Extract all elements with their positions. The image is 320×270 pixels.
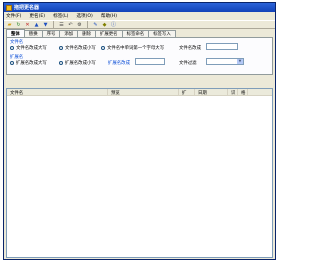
file-filter-label: 文件过滤 bbox=[179, 61, 197, 66]
up-arrow-icon[interactable]: ▲ bbox=[33, 21, 40, 28]
column-extension[interactable]: 扩 bbox=[179, 89, 195, 96]
toolbar-separator bbox=[87, 21, 88, 28]
undo-icon[interactable]: ↶ bbox=[67, 21, 74, 28]
radio-button[interactable] bbox=[101, 46, 105, 50]
menu-file[interactable]: 文件(F) bbox=[6, 13, 21, 19]
radio-button[interactable] bbox=[10, 61, 14, 65]
menu-rename[interactable]: 更名(E) bbox=[29, 13, 45, 19]
chevron-down-icon[interactable]: ▼ bbox=[237, 59, 243, 64]
settings-icon[interactable]: ⚙ bbox=[76, 21, 83, 28]
column-date[interactable]: 日期 bbox=[195, 89, 228, 96]
radio-button[interactable] bbox=[10, 46, 14, 50]
options-panel: 文件名 文件名改成大写 文件名改成小写 文件名中单词第一个字母大写 文件名改成 … bbox=[6, 37, 273, 75]
menu-help[interactable]: 帮助(H) bbox=[101, 13, 117, 19]
filename-input[interactable] bbox=[206, 43, 238, 50]
rename-icon[interactable]: ✎ bbox=[92, 21, 99, 28]
radio-extension-lower[interactable]: 扩展名改成小写 bbox=[59, 60, 96, 66]
radio-filename-capitalize[interactable]: 文件名中单词第一个字母大写 bbox=[101, 45, 164, 51]
window-title: 拖把更名器 bbox=[14, 5, 40, 11]
column-format[interactable]: 格 bbox=[238, 89, 248, 96]
filename-field-label: 文件名改成 bbox=[179, 46, 201, 51]
column-preview[interactable]: 预览 bbox=[108, 89, 179, 96]
refresh-icon[interactable]: ↻ bbox=[15, 21, 22, 28]
toolbar-separator bbox=[53, 21, 54, 28]
tab-tag-naming[interactable]: 标签命名 bbox=[121, 30, 150, 37]
file-filter-select[interactable]: ▼ bbox=[206, 58, 244, 65]
tab-overall[interactable]: 整体 bbox=[6, 29, 25, 37]
tag-icon[interactable]: ◆ bbox=[101, 21, 108, 28]
tab-extension-rename[interactable]: 扩展更名 bbox=[94, 30, 123, 37]
column-id[interactable]: 识 bbox=[228, 89, 238, 96]
tab-sequence[interactable]: 序号 bbox=[41, 30, 61, 37]
delete-icon[interactable]: ✕ bbox=[24, 21, 31, 28]
radio-filename-upper[interactable]: 文件名改成大写 bbox=[10, 45, 47, 51]
extension-field-label: 扩展名改成 bbox=[108, 61, 130, 66]
app-icon bbox=[6, 4, 12, 11]
file-list[interactable]: 文件名 预览 扩 日期 识 格 bbox=[6, 88, 273, 258]
app-window: 拖把更名器 文件(F) 更名(E) 标签(L) 选项(O) 帮助(H) ▰ ↻ … bbox=[3, 2, 276, 260]
menu-bar: 文件(F) 更名(E) 标签(L) 选项(O) 帮助(H) bbox=[4, 12, 275, 20]
tab-tag-write[interactable]: 标签写入 bbox=[148, 30, 176, 37]
tab-replace[interactable]: 替换 bbox=[23, 30, 43, 37]
list-icon[interactable]: ☰ bbox=[58, 21, 65, 28]
open-folder-icon[interactable]: ▰ bbox=[6, 21, 13, 28]
menu-tag[interactable]: 标签(L) bbox=[53, 13, 68, 19]
radio-button[interactable] bbox=[59, 61, 63, 65]
tab-delete[interactable]: 删除 bbox=[77, 30, 96, 37]
extension-input[interactable] bbox=[135, 58, 165, 65]
list-header: 文件名 预览 扩 日期 识 格 bbox=[7, 89, 272, 96]
down-arrow-icon[interactable]: ▼ bbox=[42, 21, 49, 28]
tab-add[interactable]: 添加 bbox=[59, 30, 79, 37]
radio-button[interactable] bbox=[59, 46, 63, 50]
column-filename[interactable]: 文件名 bbox=[7, 89, 108, 96]
title-bar: 拖把更名器 bbox=[4, 3, 275, 12]
menu-options[interactable]: 选项(O) bbox=[76, 13, 92, 19]
radio-extension-upper[interactable]: 扩展名改成大写 bbox=[10, 60, 47, 66]
info-icon[interactable]: ⓘ bbox=[110, 21, 117, 28]
radio-filename-lower[interactable]: 文件名改成小写 bbox=[59, 45, 96, 51]
tab-strip: 整体 替换 序号 添加 删除 扩展更名 标签命名 标签写入 bbox=[4, 29, 275, 37]
toolbar: ▰ ↻ ✕ ▲ ▼ ☰ ↶ ⚙ ✎ ◆ ⓘ bbox=[4, 20, 275, 29]
